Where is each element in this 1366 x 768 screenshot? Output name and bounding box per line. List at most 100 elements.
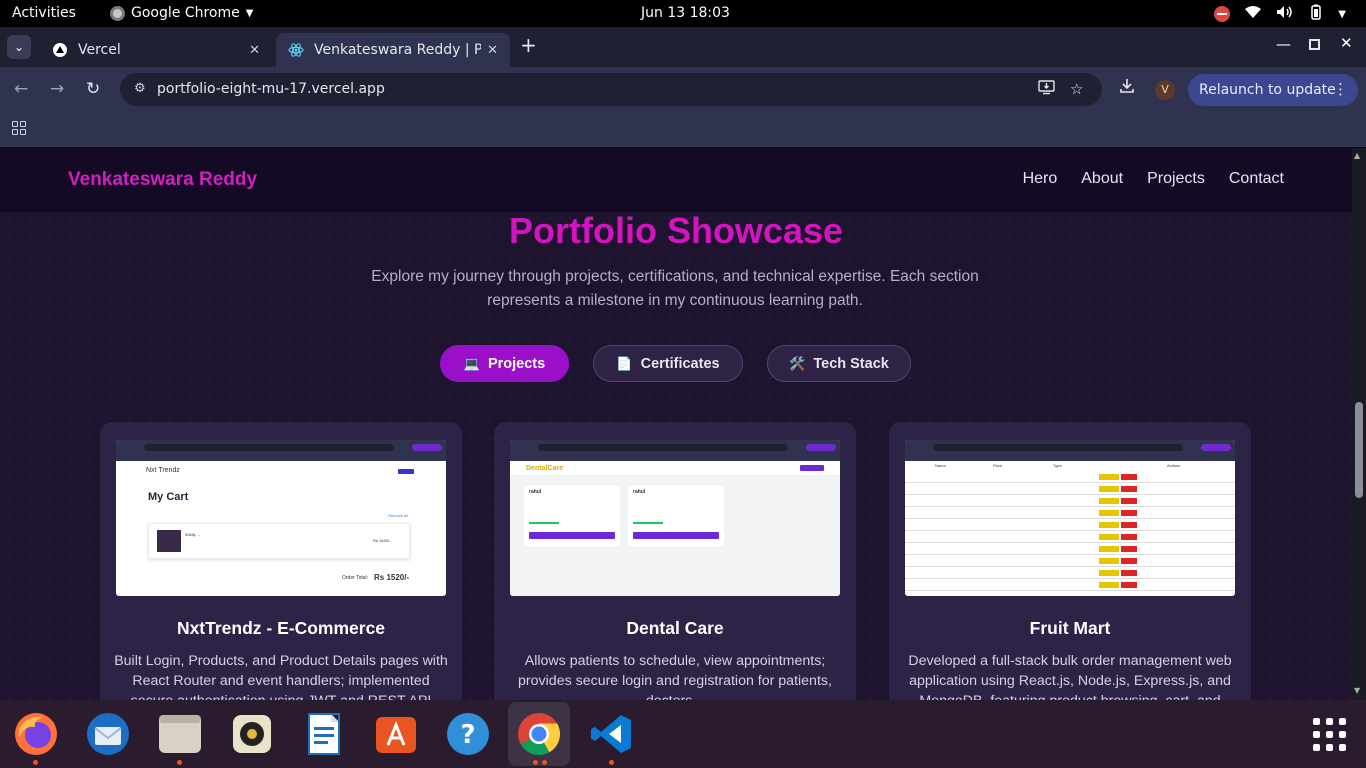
bookmark-star-icon[interactable]: ☆ <box>1070 80 1083 98</box>
battery-icon <box>1308 4 1324 24</box>
relaunch-to-update-button[interactable]: Relaunch to update ⋮ <box>1188 74 1358 106</box>
bookmarks-bar <box>0 112 1366 147</box>
app-menu-label: Google Chrome <box>131 5 240 21</box>
shot-status <box>529 522 559 524</box>
forward-icon[interactable]: → <box>50 79 64 99</box>
activities-button[interactable]: Activities <box>12 5 76 21</box>
more-menu-icon[interactable]: ⋮ <box>1333 80 1348 98</box>
system-tray[interactable]: ▼ <box>1214 4 1346 24</box>
running-indicator <box>33 760 38 765</box>
shot-table-row <box>905 531 1235 543</box>
clock[interactable]: Jun 13 18:03 <box>641 5 730 21</box>
files-icon[interactable] <box>156 710 204 758</box>
shot-delete-btn <box>1121 570 1137 576</box>
thunderbird-icon[interactable] <box>84 710 132 758</box>
tab-label: Vercel <box>78 42 121 58</box>
nav-link-projects[interactable]: Projects <box>1147 170 1205 188</box>
reload-icon[interactable]: ↻ <box>86 79 100 99</box>
tab-certificates[interactable]: 📄 Certificates <box>593 345 743 382</box>
card-title: Fruit Mart <box>1029 618 1111 638</box>
running-indicator <box>533 760 538 765</box>
chrome-small-icon <box>110 5 125 21</box>
screenshot-browser-bar <box>510 440 840 461</box>
app-menu[interactable]: Google Chrome ▼ <box>110 5 253 21</box>
page-scrollbar[interactable]: ▲ ▼ <box>1352 148 1366 700</box>
shot-edit-btn <box>1099 534 1119 540</box>
firefox-icon[interactable] <box>12 710 60 758</box>
vercel-icon <box>52 42 68 58</box>
shot-table-row <box>905 495 1235 507</box>
card-description: Developed a full-stack bulk order manage… <box>908 653 1232 700</box>
shot-name: rahul <box>529 489 542 495</box>
scrollbar-thumb[interactable] <box>1355 402 1363 498</box>
shot-btn <box>529 532 615 539</box>
tab-search-icon[interactable]: ⌄ <box>7 35 31 59</box>
new-tab-icon[interactable]: + <box>520 33 537 57</box>
shot-item-price: Rs 1520/- <box>373 538 391 543</box>
nav-link-about[interactable]: About <box>1081 170 1123 188</box>
apps-grid-icon[interactable] <box>12 121 26 135</box>
shot-item-image <box>157 530 181 552</box>
volume-icon <box>1276 5 1294 23</box>
shot-name: rahul <box>633 489 646 495</box>
site-brand[interactable]: Venkateswara Reddy <box>68 169 257 191</box>
shot-edit-btn <box>1099 570 1119 576</box>
shot-col-actions: Actions <box>1167 463 1181 468</box>
show-apps-icon[interactable] <box>1313 718 1346 751</box>
help-icon[interactable]: ? <box>444 710 492 758</box>
project-screenshot: Name Price Type Actions <box>905 440 1235 596</box>
site-info-icon[interactable]: ⚙ <box>134 81 146 96</box>
shot-card-1: rahul <box>524 485 620 547</box>
nav-link-contact[interactable]: Contact <box>1229 170 1284 188</box>
project-card-nxttrendz[interactable]: Nxt Trendz My Cart Remove all Wildly ...… <box>100 422 462 700</box>
rhythmbox-icon[interactable] <box>228 710 276 758</box>
maximize-icon[interactable] <box>1309 36 1320 54</box>
minimize-icon[interactable]: — <box>1276 35 1291 53</box>
vscode-icon[interactable] <box>588 710 636 758</box>
nav-link-hero[interactable]: Hero <box>1023 170 1058 188</box>
address-bar[interactable]: ⚙ portfolio-eight-mu-17.vercel.app ☆ <box>120 73 1102 106</box>
tab-label: Projects <box>487 355 546 372</box>
project-card-fruit-mart[interactable]: Name Price Type Actions Fruit Mart Devel… <box>889 422 1251 700</box>
chrome-icon[interactable] <box>508 702 570 766</box>
scroll-down-icon[interactable]: ▼ <box>1354 686 1360 695</box>
shot-edit-btn <box>1099 510 1119 516</box>
shot-table-row <box>905 579 1235 591</box>
site-nav-links: Hero About Projects Contact <box>1023 170 1284 188</box>
shot-table-row <box>905 543 1235 555</box>
writer-icon[interactable] <box>300 710 348 758</box>
scroll-up-icon[interactable]: ▲ <box>1354 151 1360 160</box>
relaunch-label: Relaunch to update <box>1199 82 1336 98</box>
tab-projects[interactable]: 💻 Projects <box>440 345 569 382</box>
profile-avatar[interactable]: V <box>1155 80 1175 100</box>
tab-label: Tech Stack <box>813 355 889 372</box>
close-tab-icon[interactable]: ✕ <box>487 43 498 58</box>
url-text[interactable]: portfolio-eight-mu-17.vercel.app <box>157 81 385 97</box>
close-window-icon[interactable]: ✕ <box>1340 34 1353 52</box>
shot-delete-btn <box>1121 534 1137 540</box>
project-card-dental-care[interactable]: DentalCare rahul rahul Dental Care Allow… <box>494 422 856 700</box>
install-app-icon[interactable] <box>1038 80 1055 99</box>
tab-strip: ⌄ Vercel ✕ Venkateswara Reddy | Po ✕ + —… <box>0 27 1366 67</box>
back-icon[interactable]: ← <box>14 79 28 99</box>
shot-table-row <box>905 519 1235 531</box>
shot-btn <box>633 532 719 539</box>
shot-logo: DentalCare <box>526 465 563 472</box>
tab-vercel[interactable]: Vercel ✕ <box>40 33 272 67</box>
shot-link: Remove all <box>388 513 409 518</box>
tab-portfolio[interactable]: Venkateswara Reddy | Po ✕ <box>276 33 510 67</box>
shot-col-type: Type <box>1053 463 1062 468</box>
shot-col-name: Name <box>935 463 946 468</box>
app-center-icon[interactable] <box>372 710 420 758</box>
shot-edit-btn <box>1099 582 1119 588</box>
shot-table-row <box>905 555 1235 567</box>
shot-delete-btn <box>1121 522 1137 528</box>
shot-table-row <box>905 483 1235 495</box>
shot-delete-btn <box>1121 486 1137 492</box>
screenshot-body: Nxt Trendz My Cart Remove all Wildly ...… <box>116 461 446 596</box>
card-title: Dental Care <box>626 618 724 638</box>
download-icon[interactable] <box>1119 78 1135 98</box>
shot-nav-btn <box>800 465 824 471</box>
close-tab-icon[interactable]: ✕ <box>249 43 260 58</box>
tab-tech-stack[interactable]: 🛠️ Tech Stack <box>767 345 911 382</box>
